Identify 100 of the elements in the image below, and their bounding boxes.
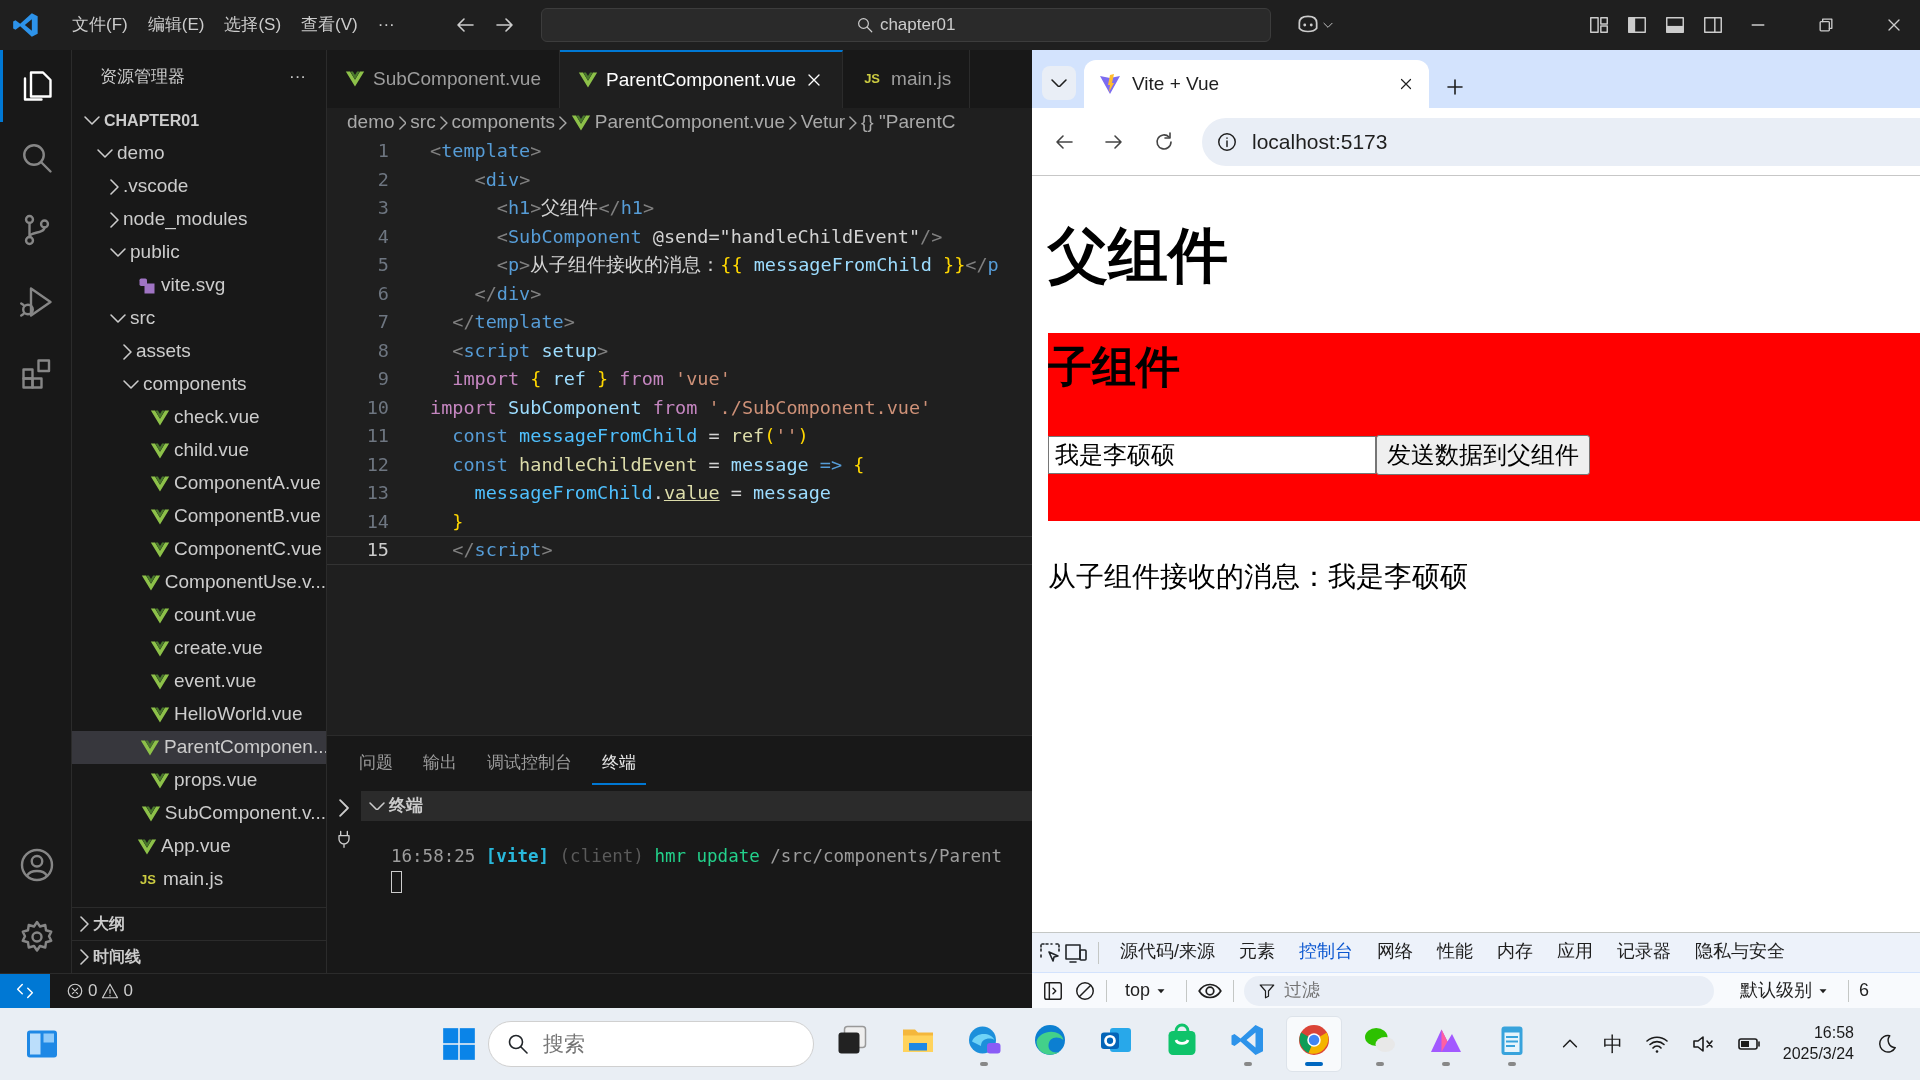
chevron-icon <box>789 115 797 130</box>
code-logo-icon[interactable] <box>1230 1022 1266 1058</box>
devtools-tab[interactable]: 元素 <box>1228 933 1286 972</box>
tree-item[interactable]: SubComponent.v... <box>72 797 326 830</box>
line-number: 3 <box>376 196 389 221</box>
search-field[interactable]: chapter01 <box>540 8 1271 42</box>
account-icon[interactable] <box>19 847 55 883</box>
devtools-tab[interactable]: 性能 <box>1426 933 1484 972</box>
editor-tab[interactable]: SubComponent.vue <box>327 50 560 108</box>
layout-icon[interactable] <box>1702 14 1724 36</box>
send-button[interactable]: 发送数据到父组件 <box>1376 434 1590 475</box>
browser-tab[interactable]: Vite + Vue <box>1084 60 1429 108</box>
tree-item[interactable]: count.vue <box>72 599 326 632</box>
tree-item[interactable]: ComponentA.vue <box>72 467 326 500</box>
sidebar-title: 资源管理器 <box>100 66 185 89</box>
tree-item[interactable]: ComponentC.vue <box>72 533 326 566</box>
code-line: messageFromChild.value = message <box>473 481 831 506</box>
code-line: import { ref } from 'vue' <box>451 367 731 392</box>
menu-item[interactable]: 查看(V) <box>291 8 368 42</box>
menu-item[interactable]: ··· <box>367 8 405 42</box>
filter-field[interactable]: 过滤 <box>1244 975 1715 1006</box>
chevron-icon[interactable] <box>338 799 350 817</box>
problem-count: 0 <box>123 980 133 1003</box>
tree-item[interactable]: ComponentUse.v... <box>72 566 326 599</box>
tree-item[interactable]: assets <box>72 335 326 368</box>
start-icon[interactable] <box>440 1025 478 1063</box>
context-dropdown[interactable]: top <box>1117 977 1177 1004</box>
tree-item[interactable]: props.vue <box>72 764 326 797</box>
tree-item[interactable]: src <box>72 302 326 335</box>
input-method-indicator[interactable]: 中 <box>1602 1029 1623 1059</box>
run-debug-icon[interactable] <box>19 284 55 320</box>
settings-icon[interactable] <box>19 919 55 955</box>
devtools-tab[interactable]: 网络 <box>1366 933 1424 972</box>
clear-icon[interactable] <box>1074 979 1096 1002</box>
address-bar[interactable]: localhost:5173 <box>1202 117 1920 166</box>
line-number: 13 <box>365 481 389 506</box>
tree-item[interactable]: .vscode <box>72 170 326 203</box>
tree-item[interactable]: node_modules <box>72 203 326 236</box>
tree-item[interactable]: ComponentB.vue <box>72 500 326 533</box>
terminal-cursor <box>391 871 402 894</box>
panel-tab[interactable]: 输出 <box>413 741 467 786</box>
vue-file-icon <box>345 69 365 89</box>
moon-icon[interactable] <box>1876 1033 1898 1055</box>
devtools-tab[interactable]: 应用 <box>1546 933 1604 972</box>
tree-item[interactable]: App.vue <box>72 830 326 863</box>
taskbar-button[interactable] <box>1286 1016 1342 1072</box>
tree-item[interactable]: check.vue <box>72 401 326 434</box>
tree-item[interactable]: event.vue <box>72 665 326 698</box>
tab-list-button[interactable] <box>1042 66 1076 100</box>
menu-item[interactable]: 选择(S) <box>214 8 292 42</box>
devtools-tab[interactable]: 源代码/来源 <box>1109 933 1226 972</box>
issue-count[interactable]: 6 <box>1859 977 1870 1004</box>
tree-item[interactable]: child.vue <box>72 434 326 467</box>
breadcrumb-item[interactable]: demo <box>347 108 395 137</box>
tree-item[interactable]: HelloWorld.vue <box>72 698 326 731</box>
line-number: 12 <box>365 452 389 477</box>
breadcrumb-item[interactable]: {} "ParentC <box>861 108 956 137</box>
problem-count: 0 <box>88 980 98 1003</box>
panel-tab[interactable]: 终端 <box>592 741 646 786</box>
breadcrumb-item[interactable]: ParentComponent.vue <box>594 108 785 137</box>
menu-item[interactable]: 编辑(E) <box>137 8 215 42</box>
browser-logo-icon[interactable] <box>1296 1022 1332 1058</box>
search-field[interactable]: 搜索 <box>488 1021 814 1067</box>
inspect-icon[interactable] <box>1038 940 1062 965</box>
remote-button[interactable] <box>0 974 50 1008</box>
info-icon[interactable] <box>1216 130 1238 153</box>
section-header[interactable]: 大纲 <box>72 907 326 940</box>
devtools-tab[interactable]: 隐私与安全 <box>1684 933 1796 972</box>
tree-item[interactable]: demo <box>72 137 326 170</box>
section-header[interactable]: 终端 <box>361 791 1032 821</box>
wave-logo-icon[interactable] <box>1032 1022 1068 1058</box>
layout-icon[interactable] <box>1588 14 1610 36</box>
breadcrumb-item[interactable]: src <box>410 108 436 137</box>
search-text: chapter01 <box>879 14 956 37</box>
devtools-tab[interactable]: 内存 <box>1486 933 1544 972</box>
menu-item[interactable]: 文件(F) <box>62 8 138 42</box>
more-button[interactable]: ··· <box>289 64 306 90</box>
tree-item[interactable]: public <box>72 236 326 269</box>
level-dropdown[interactable]: 默认级别 <box>1740 977 1831 1004</box>
panel-tab[interactable]: 问题 <box>349 741 403 786</box>
line-number: 15 <box>365 538 389 563</box>
chevron-icon <box>439 115 448 130</box>
breadcrumb-item[interactable]: components <box>451 108 556 137</box>
tree-item[interactable]: JS main.js <box>72 863 326 896</box>
devtools-tab[interactable]: 记录器 <box>1606 933 1682 972</box>
tree-item[interactable]: create.vue <box>72 632 326 665</box>
layout-icon[interactable] <box>1664 14 1686 36</box>
code-line: <div> <box>473 167 531 192</box>
tree-item[interactable]: vite.svg <box>72 269 326 302</box>
breadcrumb-item[interactable]: Vetur <box>800 108 846 137</box>
tree-item[interactable]: CHAPTER01 <box>72 104 326 137</box>
tree-item[interactable]: components <box>72 368 326 401</box>
warning-icon <box>101 982 120 1000</box>
editor-tab[interactable]: JS main.js <box>843 50 971 108</box>
sidebar-toggle-icon[interactable] <box>1042 979 1064 1002</box>
editor-tab[interactable]: ParentComponent.vue <box>559 50 844 108</box>
line-number: 11 <box>365 424 389 449</box>
layout-icon[interactable] <box>1626 14 1648 36</box>
panel-tab[interactable]: 调试控制台 <box>477 741 582 786</box>
text-input[interactable]: 我是李硕硕 <box>1048 435 1376 474</box>
